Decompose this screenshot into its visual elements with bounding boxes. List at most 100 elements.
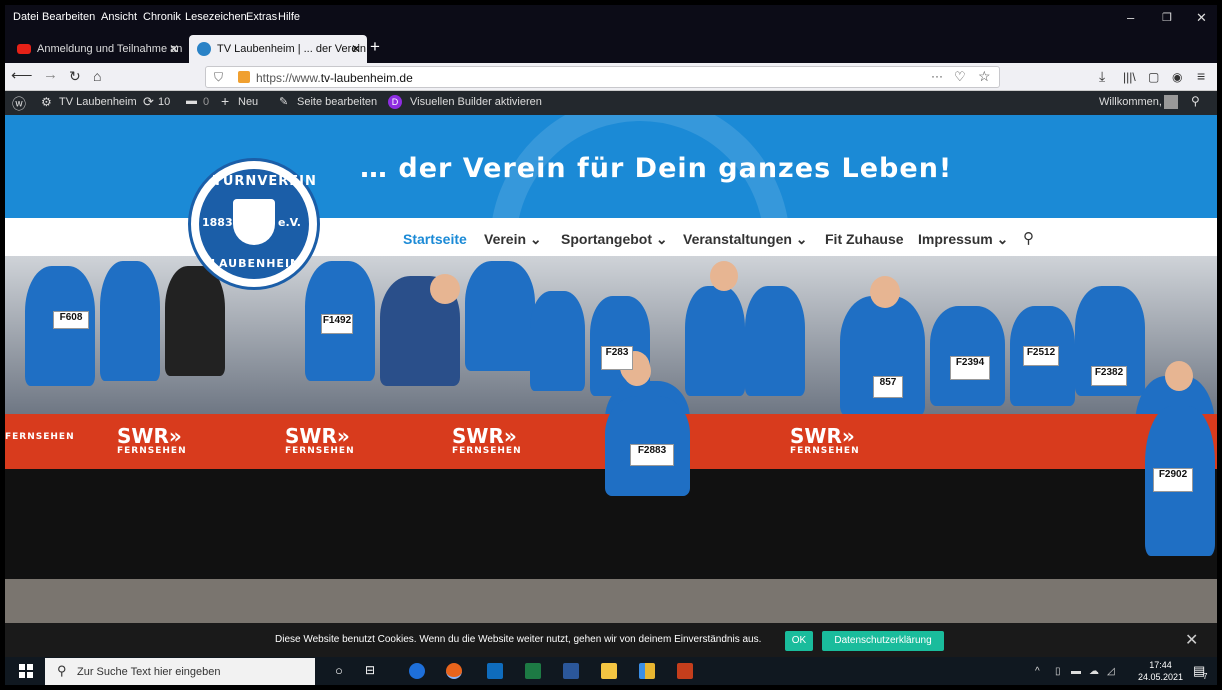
nav-veranstaltungen[interactable]: Veranstaltungen ⌄: [683, 231, 808, 248]
firefox-icon[interactable]: [446, 663, 462, 679]
comments-icon[interactable]: ▬: [186, 95, 197, 107]
tab-tv-laubenheim[interactable]: TV Laubenheim | ... der Verein f ✕: [189, 35, 367, 63]
logo-year: 1883: [202, 216, 233, 229]
comments-count[interactable]: 0: [203, 96, 209, 108]
sticky-notes-icon[interactable]: [639, 663, 655, 679]
runner-figure: [685, 286, 745, 396]
runner-figure: [100, 261, 160, 381]
pocket-icon[interactable]: ♡: [954, 69, 966, 85]
menu-bearbeiten[interactable]: Bearbeiten: [42, 11, 95, 23]
file-explorer-icon[interactable]: [601, 663, 617, 679]
edit-page-link[interactable]: Seite bearbeiten: [297, 96, 377, 108]
menu-lesezeichen[interactable]: Lesezeichen: [185, 11, 247, 23]
navigation-bar: ⟵ → ↻ ⌂ ⛉ https://www.tv-laubenheim.de ·…: [5, 63, 1217, 91]
account-icon[interactable]: ◉: [1172, 70, 1182, 84]
bookmark-star-icon[interactable]: ☆: [978, 68, 991, 85]
minimize-icon[interactable]: –: [1127, 10, 1134, 25]
downloads-icon[interactable]: ⤓: [1099, 68, 1105, 85]
race-bib: F2883: [630, 444, 674, 466]
page-actions-icon[interactable]: ···: [931, 69, 943, 83]
forward-icon[interactable]: →: [43, 66, 58, 83]
wordpress-logo-icon[interactable]: ⓦ: [12, 94, 26, 114]
runner-figure: [530, 291, 585, 391]
reload-icon[interactable]: ↻: [69, 68, 81, 85]
url-bar[interactable]: ⛉ https://www.tv-laubenheim.de ··· ♡ ☆: [205, 66, 1000, 88]
tab-anmeldung[interactable]: Anmeldung und Teilnahme an ✕: [9, 35, 185, 63]
tray-chevron-icon[interactable]: ^: [1035, 666, 1040, 677]
race-bib: 857: [873, 376, 903, 398]
home-icon[interactable]: ⌂: [93, 68, 101, 84]
url-text: https://www.tv-laubenheim.de: [256, 71, 413, 85]
privacy-policy-button[interactable]: Datenschutzerklärung: [822, 631, 944, 651]
library-icon[interactable]: |||\: [1123, 70, 1136, 84]
nav-search-icon[interactable]: ⚲: [1023, 229, 1034, 247]
back-icon[interactable]: ⟵: [11, 66, 33, 84]
race-bib: F283: [601, 346, 633, 370]
banner-text: SWR» FERNSEHEN: [790, 424, 860, 456]
nav-fit-zuhause[interactable]: Fit Zuhause: [825, 231, 904, 247]
menu-chronik[interactable]: Chronik: [143, 11, 181, 23]
main-navigation: Startseite Verein ⌄ Sportangebot ⌄ Veran…: [5, 218, 1217, 256]
outlook-icon[interactable]: [487, 663, 503, 679]
updates-icon[interactable]: ⟳: [143, 94, 154, 110]
word-icon[interactable]: [563, 663, 579, 679]
cortana-icon[interactable]: ○: [335, 663, 343, 678]
site-name-link[interactable]: TV Laubenheim: [59, 96, 137, 108]
plus-icon[interactable]: +: [221, 93, 229, 109]
pencil-icon[interactable]: ✎: [279, 95, 288, 108]
new-tab-button[interactable]: +: [370, 37, 380, 57]
new-link[interactable]: Neu: [238, 96, 258, 108]
club-logo[interactable]: TURNVEREIN 1883 e.V. LAUBENHEIM: [188, 158, 320, 290]
cookie-ok-button[interactable]: OK: [785, 631, 813, 651]
restore-icon[interactable]: ❐: [1162, 11, 1172, 24]
task-view-icon[interactable]: ⊟: [365, 663, 375, 677]
cloud-icon[interactable]: ☁: [1089, 666, 1099, 677]
battery-icon[interactable]: ▬: [1071, 666, 1081, 677]
close-window-icon[interactable]: ✕: [1196, 10, 1207, 26]
logo-text-bottom: LAUBENHEIM: [211, 257, 302, 270]
search-icon[interactable]: ⚲: [1191, 94, 1200, 108]
taskbar-search[interactable]: ⚲ Zur Suche Text hier eingeben: [45, 658, 315, 685]
search-placeholder: Zur Suche Text hier eingeben: [77, 666, 221, 678]
ground: [5, 579, 1217, 623]
powerpoint-icon[interactable]: [677, 663, 693, 679]
shield-emblem-icon: [233, 199, 275, 245]
system-clock[interactable]: 17:44 24.05.2021: [1138, 659, 1183, 683]
nav-impressum[interactable]: Impressum ⌄: [918, 231, 1008, 248]
menu-hilfe[interactable]: Hilfe: [278, 11, 300, 23]
tray-device-icon[interactable]: ▯: [1055, 666, 1061, 677]
runner-head: [870, 276, 900, 308]
nav-verein[interactable]: Verein ⌄: [484, 231, 542, 248]
menu-ansicht[interactable]: Ansicht: [101, 11, 137, 23]
tab-close-icon[interactable]: ✕: [351, 42, 361, 56]
shield-icon[interactable]: ⛉: [214, 70, 223, 85]
runner-figure: [745, 286, 805, 396]
nav-sportangebot[interactable]: Sportangebot ⌄: [561, 231, 668, 248]
tab-close-icon[interactable]: ✕: [169, 42, 179, 56]
edge-icon[interactable]: [409, 663, 425, 679]
runner-head: [1165, 361, 1193, 391]
dashboard-icon[interactable]: ⚙: [41, 95, 52, 109]
nav-startseite[interactable]: Startseite: [403, 231, 467, 247]
cookie-banner: Diese Website benutzt Cookies. Wenn du d…: [5, 623, 1217, 657]
hamburger-menu-icon[interactable]: ≡: [1197, 68, 1205, 84]
tab-title: Anmeldung und Teilnahme an: [37, 43, 183, 55]
menu-datei[interactable]: Datei: [13, 11, 39, 23]
notification-count: 7: [1203, 672, 1208, 681]
sidebar-icon[interactable]: ▢: [1148, 70, 1159, 84]
menu-bar: Datei Bearbeiten Ansicht Chronik Lesezei…: [5, 5, 1217, 31]
updates-count[interactable]: 10: [158, 96, 170, 108]
youtube-icon: [17, 44, 31, 54]
windows-start-icon[interactable]: [19, 664, 33, 678]
hero-photo: FERNSEHEN SWR» FERNSEHEN SWR» FERNSEHEN SW…: [5, 256, 1217, 623]
cookie-close-icon[interactable]: ✕: [1185, 630, 1198, 650]
lock-warning-icon[interactable]: [238, 71, 250, 83]
excel-icon[interactable]: [525, 663, 541, 679]
runner-head: [710, 261, 738, 291]
welcome-text[interactable]: Willkommen,: [1099, 96, 1162, 108]
visual-builder-link[interactable]: Visuellen Builder aktivieren: [410, 96, 542, 108]
wifi-icon[interactable]: ◿: [1107, 666, 1115, 677]
divi-icon[interactable]: D: [388, 95, 402, 109]
menu-extras[interactable]: Extras: [246, 11, 277, 23]
avatar[interactable]: [1164, 95, 1178, 109]
